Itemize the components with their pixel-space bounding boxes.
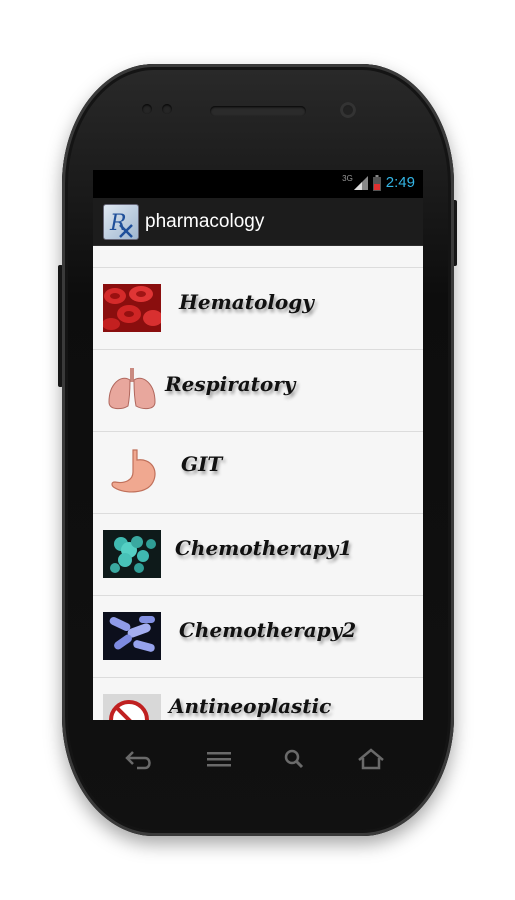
list-item-partial bbox=[93, 246, 423, 268]
home-icon[interactable] bbox=[355, 746, 387, 772]
app-title: pharmacology bbox=[145, 210, 265, 232]
stomach-image bbox=[111, 449, 156, 493]
list-item-label: Respiratory bbox=[165, 372, 296, 396]
list-item[interactable]: GIT bbox=[93, 432, 423, 514]
list-item-label: Chemotherapy2 bbox=[179, 618, 357, 642]
menu-icon[interactable] bbox=[203, 746, 235, 772]
list-item[interactable]: Chemotherapy1 bbox=[93, 514, 423, 596]
topic-list: Hematology Respiratory GIT Chemotherapy1… bbox=[93, 246, 423, 720]
action-bar: R pharmacology bbox=[93, 198, 423, 247]
list-item-label: GIT bbox=[181, 452, 223, 476]
list-item-label: Hematology bbox=[179, 290, 314, 314]
network-type-label: 3G bbox=[342, 174, 353, 183]
list-item-label: Antineoplastic bbox=[169, 694, 332, 718]
status-bar: 3G 2:49 bbox=[93, 170, 423, 198]
back-icon[interactable] bbox=[123, 746, 155, 772]
front-camera bbox=[340, 102, 356, 118]
light-sensor bbox=[162, 104, 172, 114]
proximity-sensor bbox=[142, 104, 152, 114]
battery-low-icon bbox=[372, 174, 381, 191]
bacteria-blue-image bbox=[103, 612, 161, 660]
earpiece-speaker bbox=[210, 106, 306, 116]
list-item[interactable]: Chemotherapy2 bbox=[93, 596, 423, 678]
no-cancer-image bbox=[103, 694, 161, 720]
lungs-image bbox=[108, 368, 156, 410]
search-icon[interactable] bbox=[279, 746, 311, 772]
signal-icon bbox=[353, 175, 368, 190]
bacteria-teal-image bbox=[103, 530, 161, 578]
navigation-bar bbox=[93, 724, 423, 794]
list-item-label: Chemotherapy1 bbox=[175, 536, 353, 560]
rx-app-icon[interactable]: R bbox=[103, 203, 139, 240]
list-item[interactable]: Antineoplastic bbox=[93, 678, 423, 720]
list-item[interactable]: Respiratory bbox=[93, 350, 423, 432]
blood-cells-image bbox=[103, 284, 161, 332]
phone-screen: 3G 2:49 R pharmacology Hematology Respir… bbox=[93, 170, 423, 720]
status-time: 2:49 bbox=[385, 174, 415, 191]
list-item[interactable]: Hematology bbox=[93, 268, 423, 350]
